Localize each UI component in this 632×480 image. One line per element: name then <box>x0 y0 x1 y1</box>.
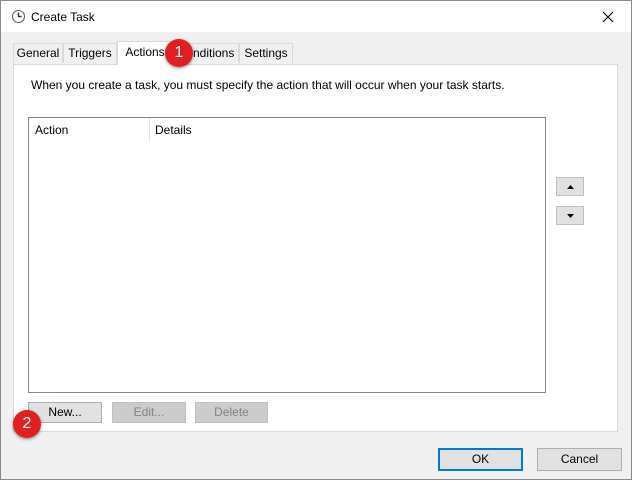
move-up-button[interactable] <box>556 177 584 196</box>
window-title: Create Task <box>31 10 95 24</box>
delete-action-button[interactable]: Delete <box>195 402 268 423</box>
move-down-button[interactable] <box>556 206 584 225</box>
task-scheduler-clock-icon <box>12 10 25 23</box>
tab-settings[interactable]: Settings <box>239 43 293 63</box>
close-button[interactable] <box>585 1 631 32</box>
title-bar[interactable]: Create Task <box>1 1 631 32</box>
arrow-down-icon <box>566 213 574 218</box>
annotation-badge-1: 1 <box>165 39 193 67</box>
actions-description: When you create a task, you must specify… <box>31 78 505 92</box>
actions-list[interactable]: Action Details <box>28 117 546 393</box>
ok-button[interactable]: OK <box>438 448 523 471</box>
annotation-badge-2: 2 <box>13 410 41 438</box>
cancel-button[interactable]: Cancel <box>537 448 622 471</box>
tab-triggers[interactable]: Triggers <box>63 43 117 63</box>
column-header-details[interactable]: Details <box>149 118 349 142</box>
close-icon <box>602 11 614 22</box>
arrow-up-icon <box>566 184 574 189</box>
create-task-dialog: Create Task General Triggers Actions Con… <box>0 0 632 480</box>
edit-action-button[interactable]: Edit... <box>112 402 186 423</box>
column-header-action[interactable]: Action <box>29 118 149 142</box>
tab-general[interactable]: General <box>13 43 63 63</box>
